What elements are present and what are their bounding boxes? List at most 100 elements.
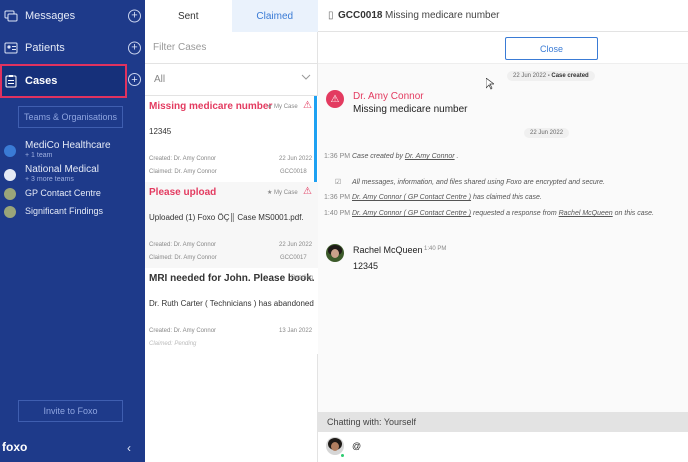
event-text: All messages, information, and files sha… [352,179,605,186]
case-date: 13 Jan 2022 [279,328,313,334]
sidebar-item-label: Patients [25,42,65,54]
org-sub: + 3 more teams [25,176,74,183]
message-sender-name[interactable]: Rachel McQueen [353,245,423,255]
online-status-icon [340,453,345,458]
chevron-down-icon [301,74,311,80]
day-divider-pill: 22 Jun 2022 [524,128,570,138]
sidebar-item-messages[interactable]: Messages + [0,0,145,32]
case-claimed-by: Claimed: Pending [149,341,197,347]
case-code: GCC0017 [280,255,307,261]
org-name: GP Contact Centre [25,188,101,198]
user-link[interactable]: Dr. Amy Connor [405,153,455,160]
shield-check-icon: ☑ [334,179,342,186]
filter-bar [145,32,318,64]
case-code: GCC0018 [280,169,307,175]
add-message-button[interactable]: + [128,9,141,23]
event-text: has claimed this case. [471,194,542,201]
chatting-with-bar: Chatting with: Yourself [318,412,688,432]
case-filter-select[interactable]: All [145,64,318,96]
message-text: 12345 [353,261,379,271]
org-sub: + 1 team [25,152,53,159]
case-tabs: Sent Claimed [145,0,318,32]
event-time: 1:36 PM [324,153,351,160]
case-created-by: Created: Dr. Amy Connor [149,328,217,334]
warning-icon: ⚠ [303,186,312,197]
active-case-indicator [314,96,317,182]
avatar-face [331,249,339,258]
pending-tag: Pending [291,275,314,281]
medical-cross-icon [4,145,16,157]
my-case-tag: ★ My Case [267,190,298,196]
event-time: 1:40 PM [324,210,351,217]
patients-icon [4,42,18,54]
tab-claimed[interactable]: Claimed [231,0,318,32]
sidebar: Messages + Patients + Cases + Teams & Or… [0,0,145,462]
system-event: 1:36 PM Case created by Dr. Amy Connor . [324,153,458,160]
select-value: All [154,74,166,85]
org-name: Significant Findings [25,206,104,216]
event-text: . [454,153,459,160]
case-list-item[interactable]: Please upload ★ My Case ⚠ Uploaded (1) F… [145,182,318,268]
close-case-button[interactable]: Close [505,37,598,60]
team-avatar [4,188,16,200]
case-last-message: 12345 [149,127,172,136]
event-time: 1:36 PM [324,194,351,201]
add-patient-button[interactable]: + [128,41,141,55]
case-author-name[interactable]: Dr. Amy Connor [353,91,424,102]
case-title-heading: Missing medicare number [353,104,468,115]
invite-button[interactable]: Invite to Foxo [18,400,123,422]
pill-date: 22 Jun 2022 [513,73,547,79]
case-date: 22 Jun 2022 [279,156,313,162]
message-composer [318,432,688,462]
alert-triangle-icon: ⚠ [326,90,344,108]
org-item-significant-findings[interactable]: Significant Findings [0,201,145,223]
clipboard-icon: ▯ [328,10,334,21]
message-input[interactable] [352,438,672,454]
warning-icon: ⚠ [303,100,312,111]
system-event: 1:40 PM Dr. Amy Connor ( GP Contact Centr… [324,210,654,217]
case-last-message: Uploaded (1) Foxo ÔÇ║ Case MS0001.pdf. [149,213,304,222]
org-item-medico[interactable]: MediCo Healthcare + 1 team [0,140,145,162]
org-logo-icon [4,169,16,181]
case-title: Missing medicare number [385,10,500,21]
event-text: on this case. [612,210,654,217]
my-case-tag: ★ My Case [267,104,298,110]
tab-sent[interactable]: Sent [145,0,232,32]
teams-organisations-button[interactable]: Teams & Organisations [18,106,123,128]
foxo-logo: foxo [2,440,28,454]
add-case-button[interactable]: + [128,73,141,86]
avatar-face [331,442,339,451]
case-list-item[interactable]: MRI needed for John. Please book. Pendin… [145,268,318,354]
user-link[interactable]: Rachel McQueen [559,210,613,217]
cases-highlight-outline [0,64,127,98]
case-list-item[interactable]: Missing medicare number ★ My Case ⚠ 1234… [145,96,318,182]
system-event: 1:36 PM Dr. Amy Connor ( GP Contact Centr… [324,194,542,201]
case-detail-header: ▯ GCC0018 Missing medicare number [318,0,688,32]
system-event: ☑ All messages, information, and files sh… [324,178,605,186]
case-title: Please upload [149,187,217,198]
case-claimed-by: Claimed: Dr. Amy Connor [149,255,217,261]
case-created-by: Created: Dr. Amy Connor [149,156,217,162]
org-name: MediCo Healthcare [25,140,111,151]
messages-icon [4,10,18,22]
case-code: GCC0018 [338,10,383,21]
case-created-pill: 22 Jun 2022 - Case created [507,71,595,81]
collapse-sidebar-icon[interactable]: ‹ [127,441,131,455]
sidebar-item-label: Messages [25,10,76,22]
pill-label: - Case created [546,73,589,79]
user-link[interactable]: Dr. Amy Connor ( GP Contact Centre ) [352,194,471,201]
case-list-panel: Sent Claimed All Missing medicare number… [145,0,318,462]
case-created-by: Created: Dr. Amy Connor [149,242,217,248]
filter-cases-input[interactable] [153,32,313,62]
sidebar-item-patients[interactable]: Patients + [0,32,145,64]
close-bar: Close [318,32,688,64]
case-detail-panel: ▯ GCC0018 Missing medicare number Close … [318,0,688,462]
team-avatar [4,206,16,218]
org-name: National Medical [25,164,99,175]
event-text: requested a response from [471,210,559,217]
message-time: 1:40 PM [424,246,447,252]
case-claimed-by: Claimed: Dr. Amy Connor [149,169,217,175]
user-link[interactable]: Dr. Amy Connor ( GP Contact Centre ) [352,210,471,217]
avatar[interactable] [326,244,344,262]
event-text: Case created by [352,153,405,160]
